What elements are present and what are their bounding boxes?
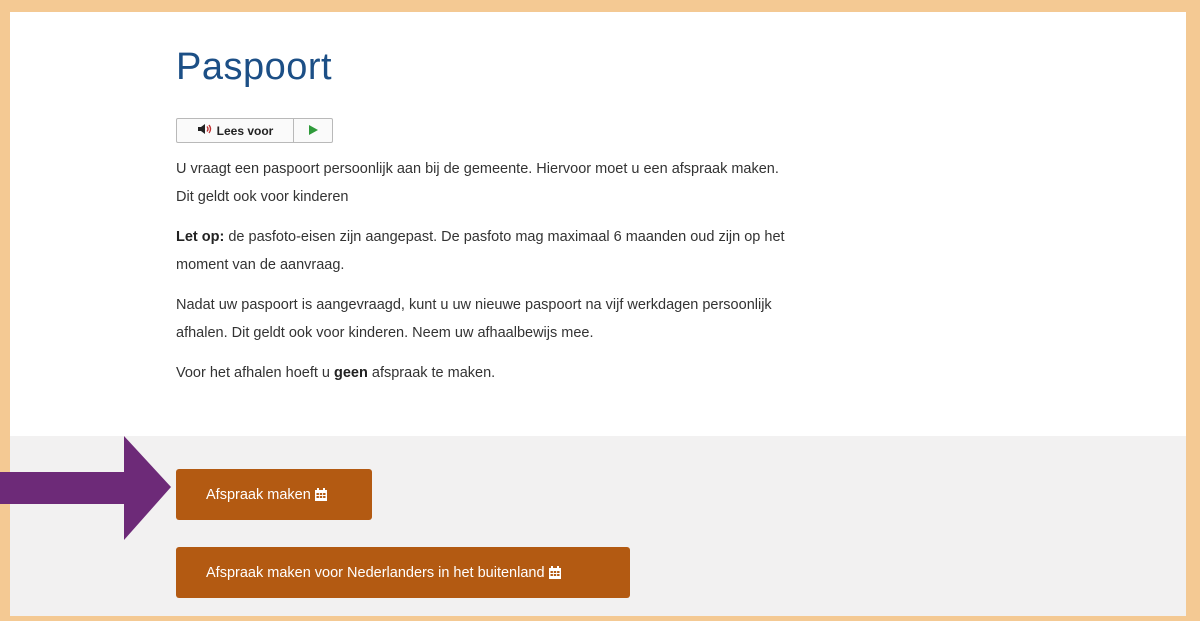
read-aloud-button[interactable]: Lees voor <box>177 119 294 142</box>
make-appointment-label: Afspraak maken <box>206 486 311 503</box>
page-title: Paspoort <box>176 46 333 88</box>
no-appointment-emphasis: geen <box>334 365 368 381</box>
intro-paragraph: U vraagt een paspoort persoonlijk aan bi… <box>176 161 779 205</box>
make-appointment-abroad-button[interactable]: Afspraak maken voor Nederlanders in het … <box>176 547 630 598</box>
read-aloud-label: Lees voor <box>216 123 274 138</box>
note-label: Let op: <box>176 229 225 245</box>
no-appointment-text-end: afspraak te maken. <box>367 365 496 381</box>
no-appointment-paragraph: Voor het afhalen hoeft u geen afspraak t… <box>176 359 796 387</box>
make-appointment-abroad-label: Afspraak maken voor Nederlanders in het … <box>206 564 545 581</box>
calendar-icon <box>548 566 561 579</box>
main-content: Paspoort Lees voor U vraagt een paspoort… <box>176 46 796 387</box>
highlight-arrow-icon <box>0 436 175 547</box>
play-button[interactable] <box>294 119 332 142</box>
note-paragraph: Let op: de pasfoto-eisen zijn aangepast.… <box>176 223 796 279</box>
no-appointment-text-start: Voor het afhalen hoeft u <box>176 365 335 381</box>
make-appointment-button[interactable]: Afspraak maken <box>176 469 372 520</box>
play-icon <box>308 122 318 140</box>
speaker-icon <box>197 123 213 138</box>
pickup-paragraph: Nadat uw paspoort is aangevraagd, kunt u… <box>176 297 772 341</box>
calendar-icon <box>314 488 327 501</box>
readspeaker-widget: Lees voor <box>176 118 333 143</box>
note-text: de pasfoto-eisen zijn aangepast. De pasf… <box>176 229 785 273</box>
page-frame: Paspoort Lees voor U vraagt een paspoort… <box>10 12 1186 616</box>
